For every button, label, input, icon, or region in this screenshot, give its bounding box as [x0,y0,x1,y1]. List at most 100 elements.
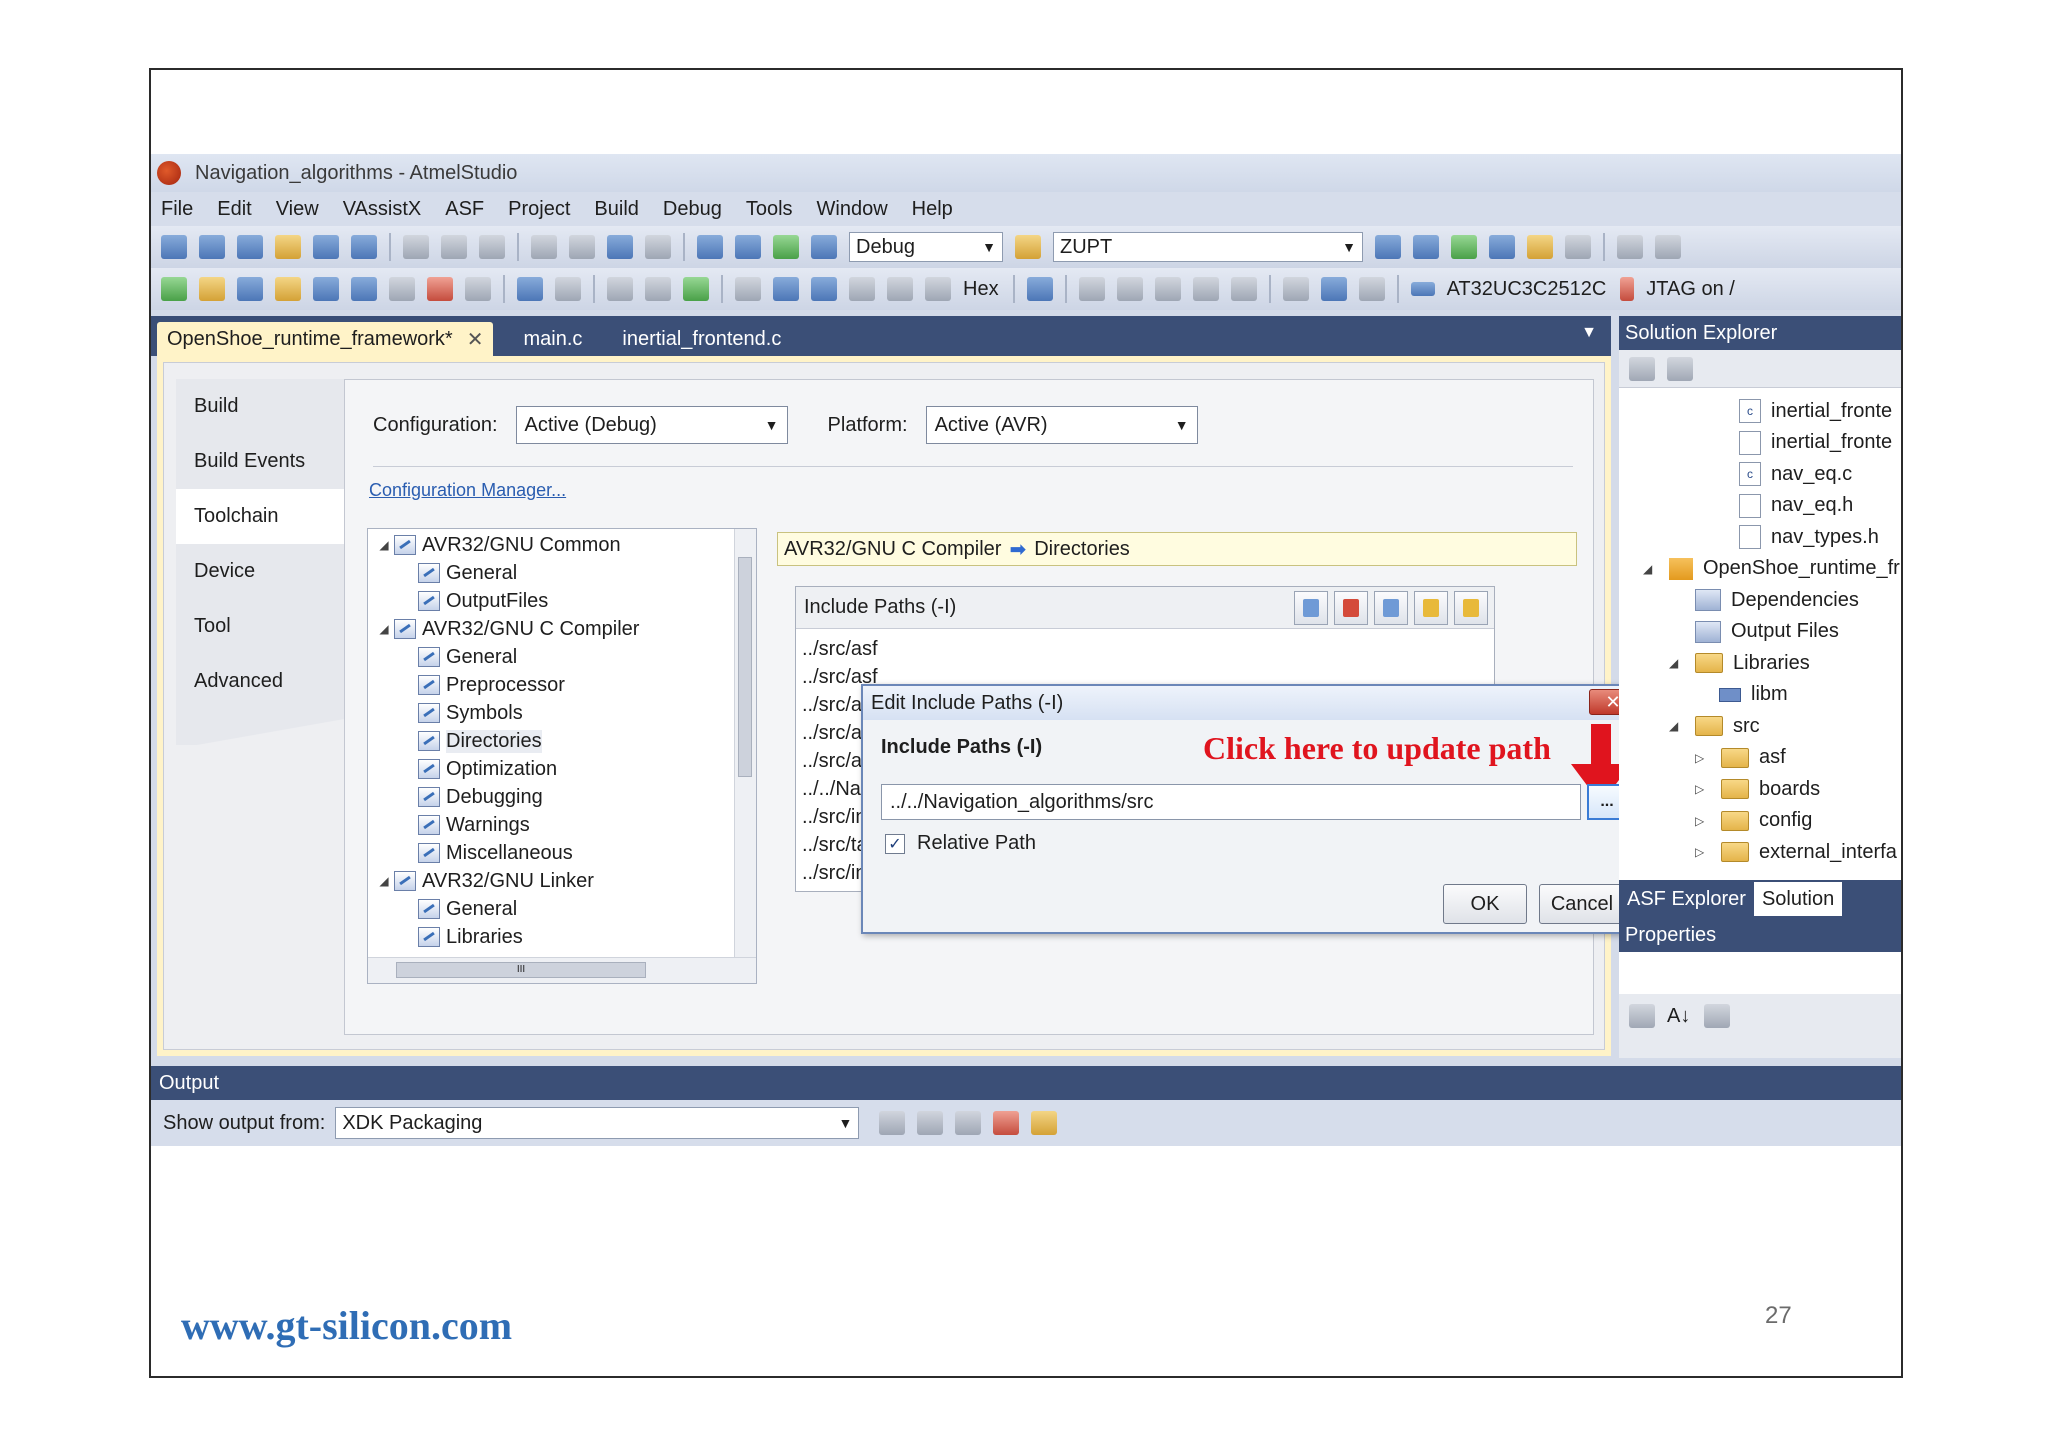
menu-tools[interactable]: Tools [746,198,793,221]
tree-item[interactable]: General [368,895,756,923]
tab-inertial-frontend-c[interactable]: inertial_frontend.c [612,322,791,356]
tree-item[interactable]: Debugging [368,783,756,811]
find-icon[interactable] [735,235,761,259]
move-up-icon[interactable] [1414,591,1448,625]
tree-item[interactable]: ◢ AVR32/GNU Linker [368,867,756,895]
side-tab-build-events[interactable]: Build Events [176,434,344,489]
cut-icon[interactable] [403,235,429,259]
scroll-thumb[interactable]: III [396,962,646,978]
locals-icon[interactable] [1154,277,1181,301]
menu-edit[interactable]: Edit [217,198,251,221]
solution-item[interactable]: Dependencies [1695,585,1859,615]
tree-item[interactable]: ◢ AVR32/GNU C Compiler [368,615,756,643]
show-next-statement-icon[interactable] [607,277,633,301]
find-target-combo[interactable]: ZUPT ▼ [1053,232,1363,262]
menu-vassistx[interactable]: VAssistX [343,198,422,221]
solution-item[interactable]: ▷ asf [1695,743,1786,773]
io-view-icon[interactable] [1320,277,1347,301]
step-out-icon[interactable] [811,277,837,301]
expand-toggle-icon[interactable]: ◢ [374,874,394,888]
side-tab-toolchain[interactable]: Toolchain [176,489,344,544]
show-all-files-icon[interactable] [1667,356,1693,381]
solution-item[interactable]: ◢ OpenShoe_runtime_fr [1643,554,1900,584]
menu-project[interactable]: Project [508,198,570,221]
solution-item[interactable]: ◢ Libraries [1669,648,1810,678]
device-label[interactable]: AT32UC3C2512C [1447,278,1607,301]
undo-icon[interactable] [531,235,557,259]
tab-main-c[interactable]: main.c [513,322,592,356]
scroll-thumb[interactable] [738,557,752,777]
copy-icon[interactable] [441,235,467,259]
solution-item[interactable]: inertial_fronte [1739,428,1892,458]
trace-icon[interactable] [1358,277,1385,301]
edit-item-icon[interactable] [1374,591,1408,625]
format-icon[interactable] [465,277,491,301]
save-all-icon[interactable] [351,235,377,259]
chevron-down-icon[interactable]: ▼ [1581,324,1597,342]
break-all-icon[interactable] [517,277,543,301]
watch-icon[interactable] [1116,277,1143,301]
solution-explorer-icon[interactable] [1375,235,1401,259]
close-icon[interactable]: ✕ [467,327,484,352]
tree-item[interactable]: Miscellaneous [368,839,756,867]
expand-toggle-icon[interactable]: ▷ [1695,845,1715,859]
tab-asf-explorer[interactable]: ASF Explorer [1619,882,1754,916]
tool-icon[interactable] [275,277,301,301]
step-over-icon[interactable] [773,277,799,301]
relative-path-checkbox[interactable]: ✓ [885,833,905,854]
memory-icon[interactable] [1078,277,1105,301]
upload-icon[interactable] [313,277,339,301]
alphabetical-icon[interactable]: A↓ [1667,1005,1690,1028]
ok-button[interactable]: OK [1443,884,1527,924]
stop-debugging-icon[interactable] [555,277,581,301]
solution-item[interactable]: nav_types.h [1739,522,1879,552]
solution-item[interactable]: c nav_eq.c [1739,459,1852,489]
solution-item[interactable]: ▷ external_interfa [1695,837,1897,867]
build-icon[interactable] [161,277,187,301]
word-wrap-icon[interactable] [1031,1111,1058,1135]
tool-label[interactable]: JTAG on / [1646,278,1735,301]
properties-icon[interactable] [1629,356,1655,381]
step-back-icon[interactable] [887,277,913,301]
solution-config-icon[interactable] [697,235,723,259]
tree-item[interactable]: Symbols [368,699,756,727]
include-path-input[interactable]: ../../Navigation_algorithms/src [881,784,1581,820]
tree-item[interactable]: OutputFiles [368,587,756,615]
tree-item[interactable]: General [368,643,756,671]
object-browser-icon[interactable] [1451,235,1477,259]
categorized-icon[interactable] [1629,1004,1655,1028]
add-item-icon[interactable] [199,235,225,259]
navigate-forward-icon[interactable] [645,235,671,259]
pause-icon[interactable] [645,277,671,301]
solution-item[interactable]: nav_eq.h [1739,491,1853,521]
tree-item[interactable]: Libraries [368,923,756,951]
extension-manager-icon[interactable] [1527,235,1553,259]
open-folder-icon[interactable] [275,235,301,259]
add-item-icon[interactable] [1294,591,1328,625]
new-project-icon[interactable] [161,235,187,259]
config-combo[interactable]: Debug ▼ [849,232,1003,262]
cancel-button[interactable]: Cancel [1539,884,1625,924]
side-tab-advanced[interactable]: Advanced [176,654,344,709]
spell-check-icon[interactable] [427,277,453,301]
navigate-back-icon[interactable] [607,235,633,259]
tree-item[interactable]: Directories [368,727,756,755]
step-into-icon[interactable] [735,277,761,301]
toolbox-icon[interactable] [1489,235,1515,259]
side-tab-device[interactable]: Device [176,544,344,599]
solution-item[interactable]: Output Files [1695,617,1839,647]
tree-item[interactable]: ◢ AVR32/GNU Common [368,531,756,559]
outdent-icon[interactable] [1655,235,1681,259]
delete-item-icon[interactable] [1334,591,1368,625]
expand-toggle-icon[interactable]: ◢ [374,622,394,636]
processor-view-icon[interactable] [1282,277,1309,301]
move-down-icon[interactable] [1454,591,1488,625]
list-item[interactable]: ../src/asf [802,635,1494,663]
next-message-icon[interactable] [955,1111,982,1135]
menu-view[interactable]: View [276,198,319,221]
solution-item[interactable]: ▷ boards [1695,774,1820,804]
solution-item[interactable]: ▷ config [1695,806,1812,836]
redo-icon[interactable] [569,235,595,259]
properties-window-icon[interactable] [1413,235,1439,259]
call-stack-icon[interactable] [1192,277,1219,301]
